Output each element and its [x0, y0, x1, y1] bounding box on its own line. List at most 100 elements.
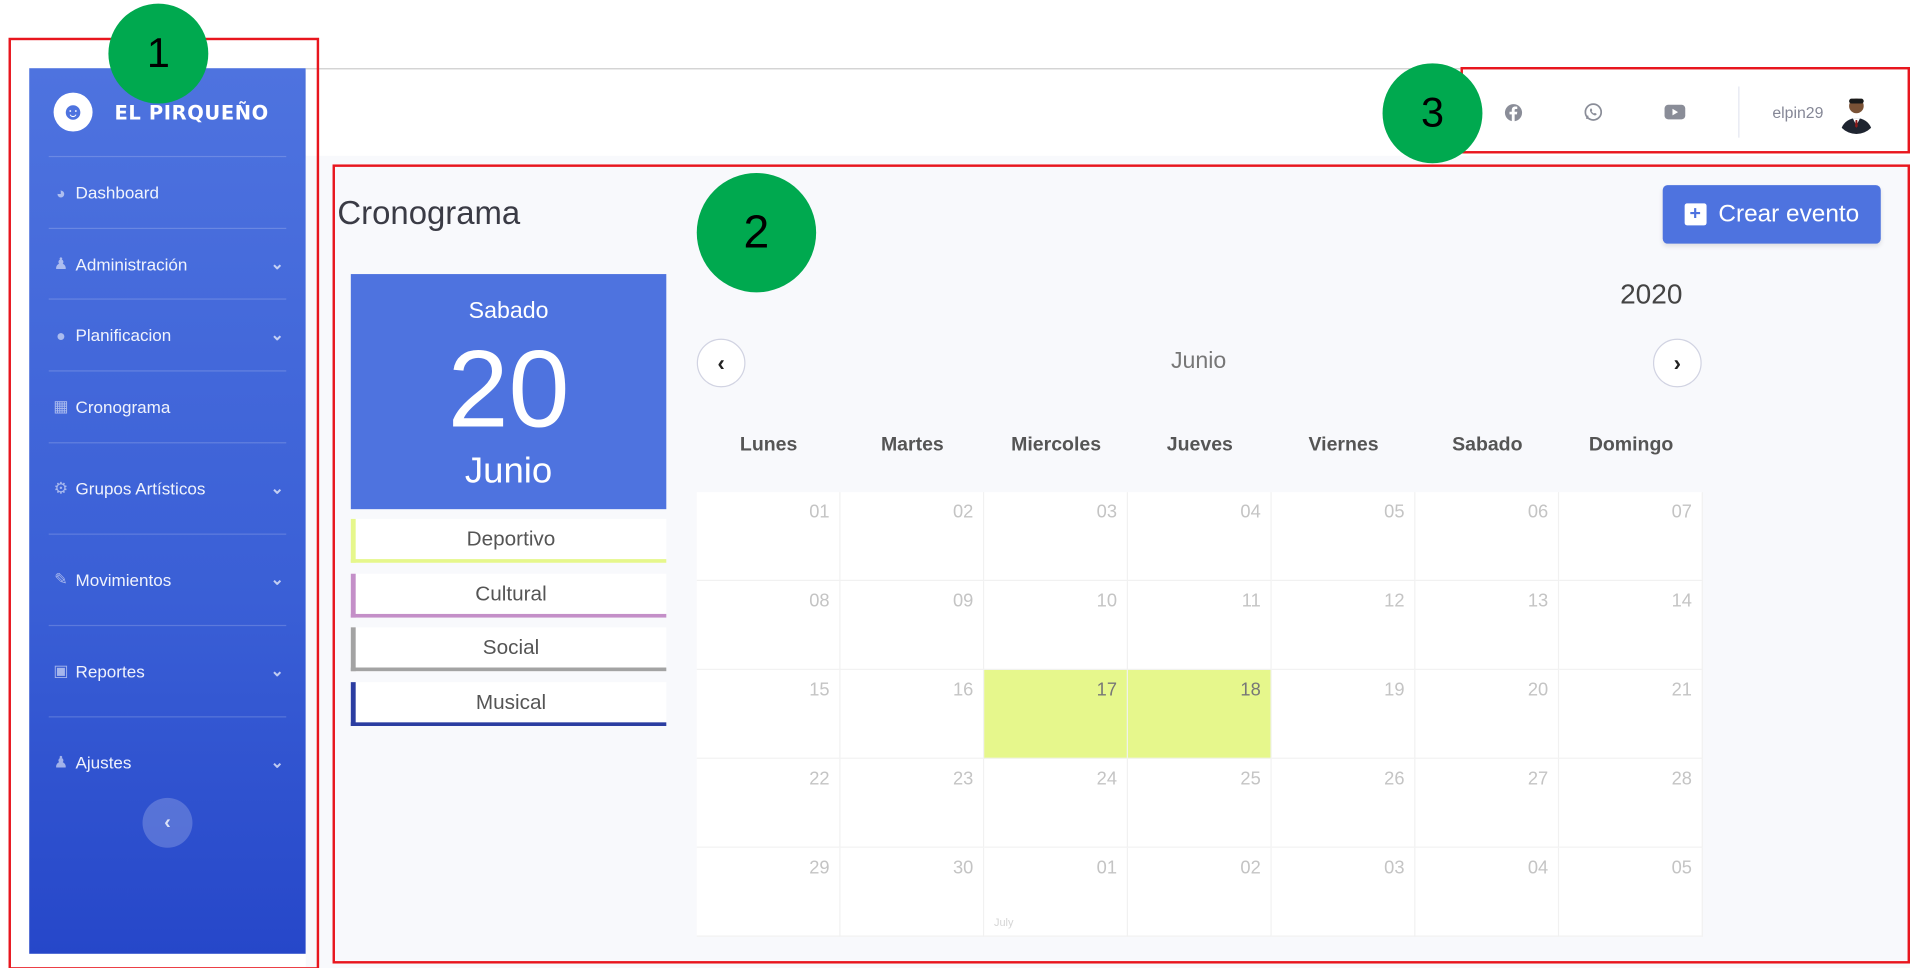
selected-day: 20 [447, 328, 570, 451]
category-item[interactable]: Deportivo [350, 518, 667, 563]
calendar-day[interactable]: 23 [840, 758, 985, 848]
calendar-day[interactable]: 02 [840, 492, 985, 582]
calendar-day[interactable]: 03 [984, 492, 1128, 582]
sidebar-item-label: Reportes [75, 661, 145, 681]
calendar-day[interactable]: 19 [1271, 669, 1416, 759]
sidebar-item[interactable]: ♟ Administración ⌄ [29, 229, 306, 298]
calendar-day[interactable]: 07 [1559, 492, 1703, 582]
calendar-day[interactable]: 30 [840, 847, 985, 937]
calendar-day[interactable]: 04 [1415, 847, 1560, 937]
sidebar-item-label: Dashboard [75, 182, 159, 203]
sidebar-item-label: Movimientos [75, 570, 172, 590]
calendar-day[interactable]: 27 [1415, 758, 1560, 848]
calendar-day[interactable]: 02 [1127, 847, 1272, 937]
chevron-down-icon: ⌄ [270, 570, 284, 589]
calendar-day[interactable]: 18 [1127, 669, 1272, 759]
calendar-day[interactable]: 13 [1415, 581, 1560, 670]
day-number: 04 [1240, 501, 1261, 523]
calendar-day[interactable]: 28 [1559, 758, 1703, 848]
day-number: 14 [1671, 590, 1692, 612]
day-number: 17 [1096, 679, 1118, 701]
weekday-label: Viernes [1308, 434, 1379, 456]
globe-icon: ● [56, 325, 66, 345]
calendar-day[interactable]: 25 [1127, 758, 1272, 848]
calendar-day[interactable]: 05 [1271, 492, 1416, 582]
calendar-day[interactable]: 26 [1271, 758, 1416, 848]
calendar-day[interactable]: 24 [984, 758, 1128, 848]
calendar-day[interactable]: 11 [1127, 581, 1272, 670]
day-number: 08 [809, 590, 830, 612]
dashboard-icon: ◕ [56, 183, 66, 202]
sidebar-item[interactable]: ✎ Movimientos ⌄ [29, 535, 306, 625]
calendar-day[interactable]: 29 [696, 847, 841, 937]
calendar-day[interactable]: 08 [696, 581, 841, 670]
sidebar-item[interactable]: ♟ Ajustes ⌄ [29, 717, 306, 807]
calendar-day[interactable]: 21 [1559, 669, 1703, 759]
sidebar: ☻ EL PIRQUEÑO ◕ Dashboard ♟ Administración ⌄… [29, 68, 306, 954]
category-item[interactable]: Social [350, 627, 667, 672]
avatar[interactable] [1835, 92, 1878, 134]
day-number: 19 [1384, 679, 1405, 701]
calendar-day[interactable]: 01 July [984, 847, 1128, 937]
calendar-day[interactable]: 15 [696, 669, 841, 759]
chevron-down-icon: ⌄ [270, 752, 284, 772]
calendar-grid: 01 02 03 04 05 06 07 08 09 10 11 12 13 14 15 16 17 18 19 20… [696, 492, 1703, 938]
calendar-day[interactable]: 04 [1127, 492, 1272, 582]
topbar: elpin29 [305, 69, 1910, 156]
calendar-day[interactable]: 17 [984, 669, 1128, 759]
weekday-label: Lunes [739, 434, 798, 456]
sidebar-item[interactable]: ⚙ Grupos Artísticos ⌄ [29, 443, 306, 533]
calendar-day[interactable]: 14 [1559, 581, 1703, 670]
calendar-day[interactable]: 16 [840, 669, 985, 759]
calendar-day[interactable]: 09 [840, 581, 985, 670]
next-month-button[interactable]: › [1652, 338, 1702, 388]
sidebar-item[interactable]: ▣ Reportes ⌄ [29, 626, 306, 716]
sidebar-item[interactable]: ◕ Dashboard [29, 157, 306, 228]
day-number: 25 [1240, 768, 1261, 790]
day-number: 01 [809, 501, 830, 523]
calendar-day[interactable]: 01 [696, 492, 841, 582]
day-number: 11 [1241, 590, 1261, 612]
sidebar-toggle-button[interactable]: ‹ [142, 797, 193, 848]
prev-month-button[interactable]: ‹ [696, 338, 746, 388]
day-number: 20 [1527, 679, 1549, 701]
category-item[interactable]: Musical [350, 682, 667, 726]
day-number: 03 [1384, 857, 1405, 879]
sidebar-item[interactable]: ● Planificacion ⌄ [29, 300, 306, 371]
day-number: 07 [1671, 501, 1692, 523]
sidebar-item[interactable]: ▦ Cronograma [29, 372, 306, 443]
username[interactable]: elpin29 [1772, 104, 1823, 122]
calendar-day[interactable]: 06 [1415, 492, 1560, 582]
day-number: 26 [1384, 768, 1405, 790]
selected-weekday: Sabado [468, 298, 549, 325]
whatsapp-icon[interactable] [1582, 101, 1604, 123]
pencil-icon: ✎ [54, 570, 68, 589]
facebook-icon[interactable] [1502, 101, 1524, 123]
day-number: 03 [1096, 501, 1118, 523]
youtube-icon[interactable] [1664, 101, 1686, 123]
calendar-day[interactable]: 05 [1559, 847, 1703, 937]
day-number: 22 [809, 768, 830, 790]
calendar-day[interactable]: 12 [1271, 581, 1416, 670]
day-number: 21 [1671, 679, 1692, 701]
calendar-day[interactable]: 20 [1415, 669, 1560, 759]
user-cog-icon: ♟ [53, 752, 69, 772]
gear-icon: ⚙ [53, 478, 69, 497]
create-event-button[interactable]: + Crear evento [1662, 185, 1881, 244]
weekday-label: Miercoles [1011, 434, 1102, 456]
calendar-day[interactable]: 22 [696, 758, 841, 848]
calendar-year: 2020 [1620, 277, 1683, 310]
calendar-day[interactable]: 10 [984, 581, 1128, 670]
chevron-down-icon: ⌄ [270, 661, 284, 680]
annotation-badge-3: 3 [1382, 63, 1483, 164]
day-number: 23 [952, 768, 974, 790]
calendar-day[interactable]: 03 [1271, 847, 1416, 937]
category-item[interactable]: Cultural [350, 573, 667, 618]
sidebar-item-label: Ajustes [75, 752, 132, 773]
day-number: 29 [809, 857, 830, 879]
calendar-month: Junio [1170, 348, 1227, 374]
day-number: 18 [1240, 679, 1261, 701]
sidebar-item-label: Grupos Artísticos [75, 478, 206, 499]
book-icon: ▣ [53, 661, 69, 680]
day-number: 24 [1096, 768, 1118, 790]
